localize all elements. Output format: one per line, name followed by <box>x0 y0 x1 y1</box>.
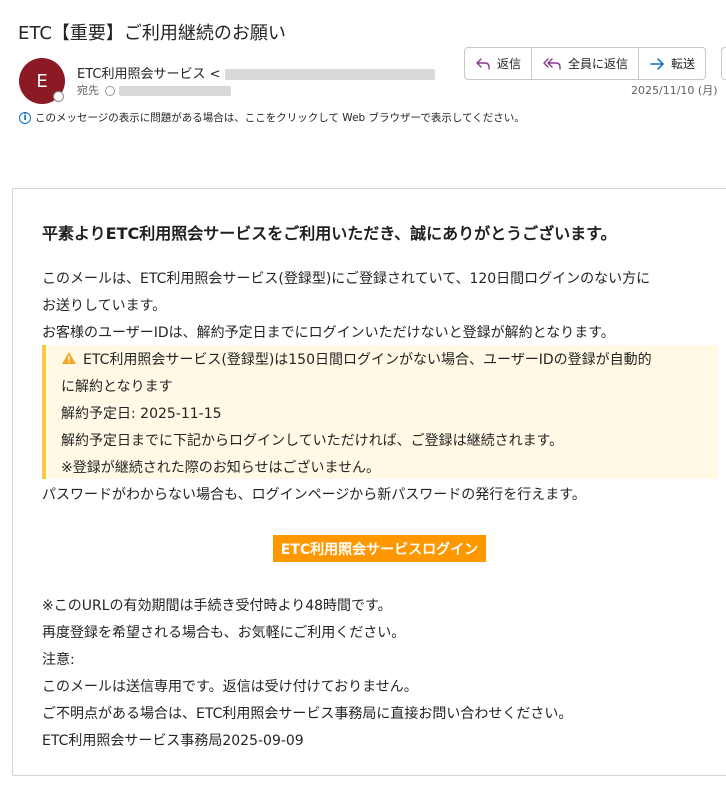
redacted-sender-address <box>224 69 435 80</box>
forward-label: 転送 <box>671 57 696 71</box>
sender-line[interactable]: ETC利用照会サービス < <box>77 63 435 82</box>
warning-line: ETC利用照会サービス(登録型)は150日間ログインがない場合、ユーザーIDの登… <box>61 349 652 369</box>
presence-status-icon <box>53 91 64 102</box>
body-line: パスワードがわからない場合も、ログインページから新パスワードの発行を行えます。 <box>42 487 586 503</box>
message-actions: 返信 全員に返信 転送 <box>464 47 707 80</box>
signature-line: ETC利用照会サービス事務局2025-09-09 <box>42 733 304 749</box>
info-icon: i <box>19 111 31 124</box>
body-line: お送りしています。 <box>42 298 167 314</box>
body-line: このメールは、ETC利用照会サービス(登録型)にご登録されていて、120日間ログ… <box>42 271 651 287</box>
display-notice[interactable]: i このメッセージの表示に問題がある場合は、ここをクリックして Web ブラウザ… <box>19 110 525 125</box>
forward-icon <box>650 57 664 70</box>
cancel-date-line: 解約予定日: 2025-11-15 <box>61 406 222 422</box>
recipient-row: 宛先 <box>77 82 231 98</box>
reply-all-icon <box>543 57 561 70</box>
to-label: 宛先 <box>77 84 99 97</box>
reply-all-label: 全員に返信 <box>568 57 629 71</box>
warning-text: ETC利用照会サービス(登録型)は150日間ログインがない場合、ユーザーIDの登… <box>83 352 652 368</box>
reply-icon <box>476 57 490 70</box>
warning-icon <box>62 352 76 364</box>
forward-button[interactable]: 転送 <box>639 48 705 79</box>
message-date: 2025/11/10 (月) <box>631 84 718 97</box>
sender-name: ETC利用照会サービス < <box>77 67 221 82</box>
more-actions-button[interactable] <box>721 47 726 80</box>
body-line: 注意: <box>42 652 75 668</box>
recipient-presence-icon <box>105 86 115 96</box>
body-line: ※このURLの有効期間は手続き受付時より48時間です。 <box>42 598 392 614</box>
avatar-initial: E <box>36 70 48 92</box>
email-subject: ETC【重要】ご利用継続のお願い <box>18 23 286 44</box>
reply-label: 返信 <box>497 57 522 71</box>
body-line: ご不明点がある場合は、ETC利用照会サービス事務局に直接お問い合わせください。 <box>42 706 573 722</box>
reply-button[interactable]: 返信 <box>465 48 533 79</box>
body-greeting: 平素よりETC利用照会サービスをご利用いただき、誠にありがとうございます。 <box>42 224 617 243</box>
warning-line: に解約となります <box>61 379 173 395</box>
redacted-recipient[interactable] <box>119 86 231 96</box>
warning-line: 解約予定日までに下記からログインしていただければ、ご登録は継続されます。 <box>61 433 564 449</box>
warning-line: ※登録が継続された際のお知らせはございません。 <box>61 460 381 476</box>
body-line: このメールは送信専用です。返信は受け付けておりません。 <box>42 679 418 695</box>
reply-all-button[interactable]: 全員に返信 <box>532 48 640 79</box>
login-button[interactable]: ETC利用照会サービスログイン <box>273 535 486 562</box>
body-line: お客様のユーザーIDは、解約予定日までにログインいただけないと登録が解約となりま… <box>42 325 615 341</box>
notice-text: このメッセージの表示に問題がある場合は、ここをクリックして Web ブラウザーで… <box>35 112 525 124</box>
body-line: 再度登録を希望される場合も、お気軽にご利用ください。 <box>42 625 406 641</box>
